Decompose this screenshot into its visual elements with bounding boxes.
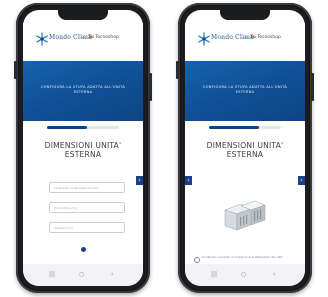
- phone-right: Mondo Clima + Tu Tecnoshop CONFIGURA LA …: [176, 3, 314, 293]
- next-step-button[interactable]: ›: [298, 176, 305, 185]
- outdoor-unit-image: [224, 200, 266, 231]
- brand-tu: Tu: [88, 35, 94, 40]
- prev-step-button[interactable]: ‹: [185, 176, 192, 185]
- back-icon[interactable]: ‹: [273, 271, 275, 278]
- brand-mondo-clima: Mondo Clima: [211, 34, 254, 41]
- home-icon[interactable]: ○: [79, 271, 84, 278]
- step-progress-bar: [47, 126, 119, 129]
- signal-icon: [282, 13, 296, 28]
- brand-separator: +: [81, 35, 86, 41]
- chevron-right-icon: ›: [138, 177, 141, 184]
- banner-text: CONFIGURA LA STUFA ADATTA ALL'UNITÀ ESTE…: [202, 85, 288, 94]
- consent-text: Confermo e presto il consenso al trattam…: [202, 255, 283, 259]
- step-title: DIMENSIONI UNITA' ESTERNA: [44, 141, 122, 159]
- snowflake-logo-icon: [36, 32, 48, 46]
- step-progress-fill: [209, 126, 260, 129]
- banner-text: CONFIGURA LA STUFA ADATTA ALL'UNITÀ ESTE…: [40, 85, 126, 94]
- chevron-left-icon: ‹: [187, 177, 190, 184]
- brand-mondo-clima: Mondo Clima: [49, 34, 92, 41]
- hero-banner: CONFIGURA LA STUFA ADATTA ALL'UNITÀ ESTE…: [23, 61, 143, 121]
- mockup-stage: Mondo Clima + Tu Tecnoshop CONFIGURA LA …: [0, 0, 328, 297]
- next-step-button[interactable]: ›: [136, 176, 143, 185]
- back-icon[interactable]: ‹: [111, 271, 113, 278]
- depth-input-placeholder: Profondità (cm): [54, 206, 78, 210]
- width-input-placeholder: Larghezza unità esterna (cm): [54, 186, 99, 190]
- brand-tecnoshop-text: Tecnoshop: [257, 35, 281, 40]
- brand-tecnoshop: Tu Tecnoshop: [250, 35, 281, 40]
- volume-button: [176, 61, 179, 79]
- phone-left: Mondo Clima + Tu Tecnoshop CONFIGURA LA …: [14, 3, 152, 293]
- recents-icon[interactable]: |||: [49, 271, 55, 278]
- brand-separator: +: [243, 35, 248, 41]
- step-progress-bar: [209, 126, 281, 129]
- width-input[interactable]: Larghezza unità esterna (cm): [49, 182, 125, 193]
- recents-icon[interactable]: |||: [211, 271, 217, 278]
- height-input-placeholder: Altezza (cm): [54, 226, 73, 230]
- consent-radio[interactable]: [194, 257, 200, 263]
- brand-tecnoshop-text: Tecnoshop: [95, 35, 119, 40]
- page-indicator-dot: [81, 247, 86, 252]
- phone-screen: Mondo Clima + Tu Tecnoshop CONFIGURA LA …: [185, 10, 305, 286]
- camera-notch: [58, 10, 108, 20]
- header-logo-bar: Mondo Clima + Tu Tecnoshop: [23, 23, 143, 61]
- brand-tecnoshop: Tu Tecnoshop: [88, 35, 119, 40]
- depth-input[interactable]: Profondità (cm): [49, 202, 125, 213]
- step-title: DIMENSIONI UNITA' ESTERNA: [206, 141, 284, 159]
- header-logo-bar: Mondo Clima + Tu Tecnoshop: [185, 23, 305, 61]
- signal-icon: [120, 13, 134, 28]
- android-nav-bar: ||| ○ ‹: [185, 264, 305, 286]
- phone-screen: Mondo Clima + Tu Tecnoshop CONFIGURA LA …: [23, 10, 143, 286]
- power-button: [149, 73, 152, 101]
- android-nav-bar: ||| ○ ‹: [23, 264, 143, 286]
- hero-banner: CONFIGURA LA STUFA ADATTA ALL'UNITÀ ESTE…: [185, 61, 305, 121]
- volume-button: [14, 61, 17, 79]
- power-button: [311, 73, 314, 101]
- chevron-right-icon: ›: [300, 177, 303, 184]
- snowflake-logo-icon: [198, 32, 210, 46]
- home-icon[interactable]: ○: [241, 271, 246, 278]
- brand-tu: Tu: [250, 35, 256, 40]
- step-progress-fill: [47, 126, 87, 129]
- camera-notch: [220, 10, 270, 20]
- height-input[interactable]: Altezza (cm): [49, 222, 125, 233]
